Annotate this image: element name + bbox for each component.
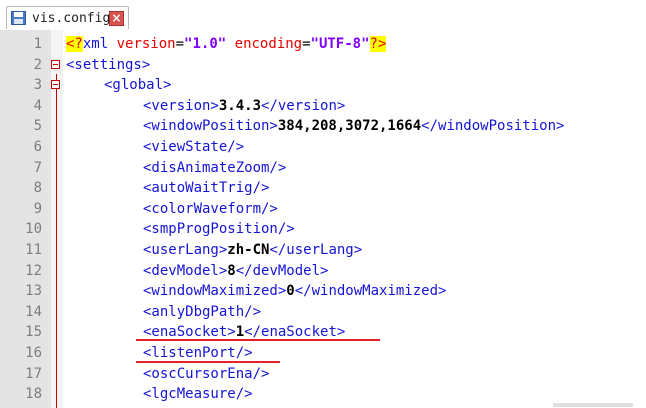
tab-bar: vis.config ×: [0, 0, 646, 30]
xml-attr-version: version: [116, 36, 176, 52]
line-number: 15: [25, 324, 42, 341]
line-number: 7: [33, 159, 42, 176]
line-number: 2: [33, 56, 42, 73]
line-number: 13: [25, 283, 42, 300]
element-value: 8: [227, 262, 236, 279]
code-line: 1 <?xml version="1.0" encoding="UTF-8"?>: [0, 34, 646, 55]
tag-text: <anlyDbgPath/>: [143, 303, 262, 320]
tag-text: <colorWaveform/>: [143, 200, 278, 217]
code-line: 17 <oscCursorEna/>: [0, 364, 646, 385]
element-value: 3.4.3: [218, 97, 262, 114]
line-number: 11: [25, 242, 42, 258]
code-line: 16 <listenPort/>: [0, 343, 646, 364]
xml-attr-version-value: "1.0": [184, 36, 227, 52]
tag-text: <lgcMeasure/>: [143, 386, 253, 403]
tag-text: <disAnimateZoom/>: [143, 159, 287, 176]
code-line: 6 <viewState/>: [0, 137, 646, 158]
fold-toggle-icon[interactable]: [51, 80, 60, 90]
xml-declaration: <?xml version="1.0" encoding="UTF-8"?>: [66, 36, 387, 52]
line-number: 17: [25, 365, 42, 382]
tag-text: <global>: [104, 77, 172, 94]
code-line: 10 <smpProgPosition/>: [0, 219, 646, 240]
code-line: 11 <userLang>zh-CN</userLang>: [0, 240, 646, 261]
xml-decl-close: ?>: [369, 36, 387, 52]
code-line: 13 <windowMaximized>0</windowMaximized>: [0, 281, 646, 302]
tab-label: vis.config: [32, 11, 111, 26]
element-text: <userLang>zh-CN</userLang>: [143, 242, 363, 258]
xml-attr-encoding-value: "UTF-8": [310, 36, 370, 52]
xml-decl-name: xml: [82, 36, 109, 52]
line-number: 12: [25, 262, 42, 279]
line-number: 16: [25, 345, 42, 361]
line-number: 8: [33, 180, 42, 197]
code-line: 7 <disAnimateZoom/>: [0, 158, 646, 179]
tag-text: <listenPort/>: [143, 345, 253, 361]
tag-text: <autoWaitTrig/>: [143, 180, 270, 197]
tag-text: <oscCursorEna/>: [143, 365, 270, 382]
code-line: 14 <anlyDbgPath/>: [0, 302, 646, 323]
editor[interactable]: 1 <?xml version="1.0" encoding="UTF-8"?>…: [0, 30, 646, 408]
tag-text: <settings>: [66, 56, 151, 73]
save-icon: [11, 11, 26, 25]
line-number: 1: [33, 36, 42, 52]
element-text: <windowPosition>384,208,3072,1664</windo…: [143, 118, 565, 135]
code-line: 12 <devModel>8</devModel>: [0, 261, 646, 282]
code-line: 3 <global>: [0, 75, 646, 96]
code-line: 4 <version>3.4.3</version>: [0, 96, 646, 117]
element-text: <devModel>8</devModel>: [143, 262, 329, 279]
element-text: <windowMaximized>0</windowMaximized>: [143, 283, 447, 300]
code-line: 2 <settings>: [0, 55, 646, 76]
xml-decl-open: <?: [66, 36, 83, 52]
annotation-underline-listenport: [136, 361, 280, 363]
fold-toggle-icon[interactable]: [51, 59, 60, 69]
element-value: 0: [286, 283, 295, 300]
line-number: 10: [25, 221, 42, 238]
horizontal-scrollbar[interactable]: [553, 403, 633, 407]
element-value: 384,208,3072,1664: [277, 118, 422, 135]
xml-attr-encoding: encoding: [234, 36, 303, 52]
element-value: zh-CN: [227, 242, 270, 258]
element-value: 1: [235, 324, 245, 341]
line-number: 5: [33, 118, 42, 135]
line-number: 4: [33, 97, 42, 114]
tab-vis-config[interactable]: vis.config ×: [6, 6, 129, 29]
code-line: 5 <windowPosition>384,208,3072,1664</win…: [0, 116, 646, 137]
code-line: 18 <lgcMeasure/>: [0, 384, 646, 405]
line-number: 6: [33, 139, 42, 155]
line-number: 3: [33, 77, 42, 94]
code-line: 8 <autoWaitTrig/>: [0, 178, 646, 199]
element-text: <version>3.4.3</version>: [143, 97, 346, 114]
line-number: 18: [25, 386, 42, 403]
line-number: 14: [25, 303, 42, 320]
line-number: 9: [33, 200, 42, 217]
close-icon[interactable]: ×: [109, 11, 124, 26]
code-line: 9 <colorWaveform/>: [0, 199, 646, 220]
tag-text: <viewState/>: [143, 139, 245, 155]
tag-text: <smpProgPosition/>: [143, 221, 295, 238]
annotation-underline-enasocket: [136, 339, 380, 341]
